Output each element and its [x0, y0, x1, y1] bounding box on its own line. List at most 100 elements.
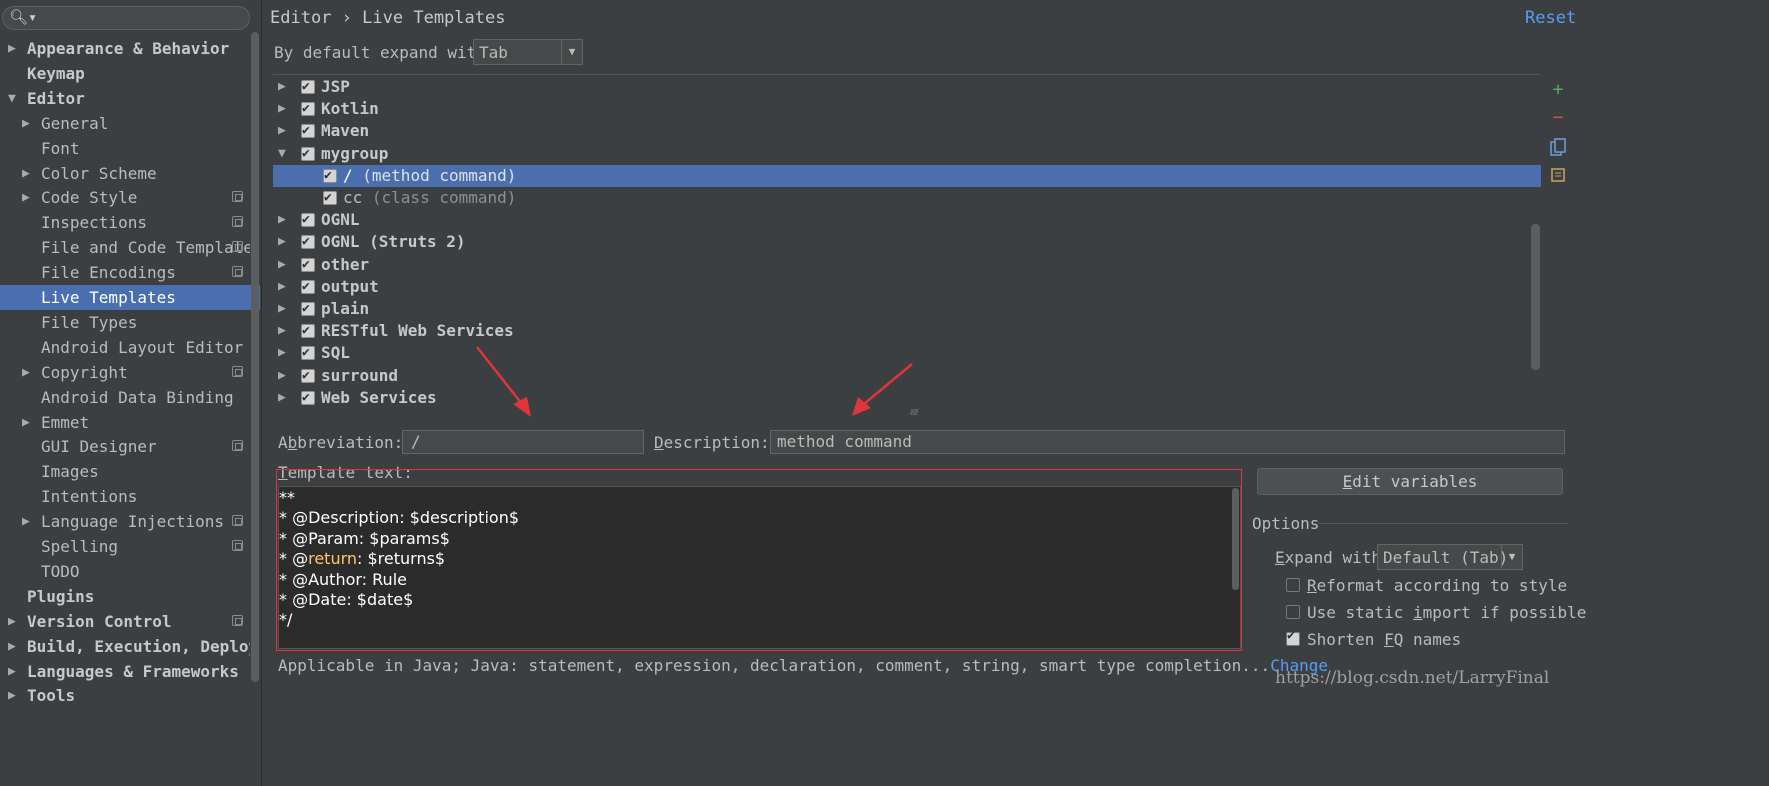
- sidebar-item[interactable]: File Encodings: [0, 260, 250, 285]
- expand-right-icon[interactable]: ▶: [278, 298, 286, 320]
- template-group-row[interactable]: ▶ plain: [273, 298, 1541, 320]
- expand-right-icon[interactable]: ▶: [278, 365, 286, 387]
- expand-right-icon[interactable]: ▶: [278, 276, 286, 298]
- edit-variables-button[interactable]: Edit variables: [1257, 468, 1563, 495]
- sidebar-item[interactable]: ▶ Version Control: [0, 609, 250, 634]
- sidebar-item[interactable]: ▶ Build, Execution, Deployment: [0, 634, 250, 659]
- edit-icon[interactable]: [1550, 168, 1566, 184]
- template-item-row[interactable]: cc (class command): [273, 187, 1541, 209]
- breadcrumb-parent[interactable]: Editor: [270, 8, 331, 28]
- expand-with-select[interactable]: Default (Tab) ▼: [1377, 544, 1523, 570]
- expand-down-icon[interactable]: ▼: [8, 86, 16, 111]
- expand-right-icon[interactable]: ▶: [278, 254, 286, 276]
- template-enabled-checkbox[interactable]: [301, 342, 315, 364]
- sidebar-item[interactable]: Images: [0, 459, 250, 484]
- template-group-row[interactable]: ▶ OGNL (Struts 2): [273, 231, 1541, 253]
- sidebar-item[interactable]: ▶ Emmet: [0, 410, 250, 435]
- sidebar-item[interactable]: File and Code Templates: [0, 235, 250, 260]
- template-group-row[interactable]: ▶ surround: [273, 365, 1541, 387]
- template-enabled-checkbox[interactable]: [301, 254, 315, 276]
- expand-down-icon[interactable]: ▼: [278, 143, 286, 165]
- template-enabled-checkbox[interactable]: [301, 120, 315, 142]
- expand-right-icon[interactable]: ▶: [278, 209, 286, 231]
- expand-right-icon[interactable]: ▶: [22, 410, 30, 435]
- expand-right-icon[interactable]: ▶: [278, 231, 286, 253]
- sidebar-item[interactable]: ▼ Editor: [0, 86, 250, 111]
- expand-right-icon[interactable]: ▶: [8, 36, 16, 61]
- sidebar-item[interactable]: Plugins: [0, 584, 250, 609]
- template-group-row[interactable]: ▶ RESTful Web Services: [273, 320, 1541, 342]
- sidebar-item[interactable]: Live Templates: [0, 285, 260, 310]
- templates-scrollbar[interactable]: [1531, 224, 1540, 370]
- sidebar-item[interactable]: Font: [0, 136, 250, 161]
- settings-search-input[interactable]: 🔍︎▾: [2, 6, 250, 30]
- splitter-handle[interactable]: ⫽⫽⫽: [910, 408, 932, 417]
- template-enabled-checkbox[interactable]: [323, 165, 337, 187]
- template-enabled-checkbox[interactable]: [301, 209, 315, 231]
- template-group-row[interactable]: ▶ SQL: [273, 342, 1541, 364]
- sidebar-item[interactable]: File Types: [0, 310, 250, 335]
- template-group-row[interactable]: ▶ output: [273, 276, 1541, 298]
- sidebar-item[interactable]: ▶ General: [0, 111, 250, 136]
- checkbox-icon[interactable]: [1286, 605, 1300, 619]
- default-expand-select[interactable]: Tab ▼: [473, 39, 583, 65]
- expand-right-icon[interactable]: ▶: [278, 342, 286, 364]
- sidebar-item[interactable]: Spelling: [0, 534, 250, 559]
- checkbox-icon[interactable]: [1286, 628, 1300, 646]
- expand-right-icon[interactable]: ▶: [22, 161, 30, 186]
- expand-right-icon[interactable]: ▶: [8, 683, 16, 708]
- expand-right-icon[interactable]: ▶: [8, 609, 16, 634]
- sidebar-item[interactable]: TODO: [0, 559, 250, 584]
- sidebar-item[interactable]: ▶ Copyright: [0, 360, 250, 385]
- expand-right-icon[interactable]: ▶: [278, 320, 286, 342]
- template-enabled-checkbox[interactable]: [301, 320, 315, 342]
- template-group-row[interactable]: ▶ JSP: [273, 76, 1541, 98]
- checkbox-icon[interactable]: [1286, 578, 1300, 592]
- template-enabled-checkbox[interactable]: [323, 187, 337, 209]
- template-enabled-checkbox[interactable]: [301, 231, 315, 253]
- template-group-row[interactable]: ▶ Maven: [273, 120, 1541, 142]
- reset-link[interactable]: Reset: [1525, 8, 1576, 28]
- sidebar-item[interactable]: Keymap: [0, 61, 250, 86]
- template-enabled-checkbox[interactable]: [301, 387, 315, 409]
- sidebar-item[interactable]: ▶ Code Style: [0, 185, 250, 210]
- sidebar-scrollbar[interactable]: [251, 32, 259, 682]
- copy-icon[interactable]: [1550, 138, 1566, 156]
- chevron-down-icon[interactable]: ▼: [1501, 545, 1522, 569]
- template-group-row[interactable]: ▶ Web Services: [273, 387, 1541, 409]
- sidebar-item[interactable]: Android Layout Editor: [0, 335, 250, 360]
- template-enabled-checkbox[interactable]: [301, 143, 315, 165]
- template-enabled-checkbox[interactable]: [301, 276, 315, 298]
- expand-right-icon[interactable]: ▶: [278, 120, 286, 142]
- sidebar-item[interactable]: ▶ Color Scheme: [0, 161, 250, 186]
- sidebar-item[interactable]: ▶ Languages & Frameworks: [0, 659, 250, 684]
- sidebar-item[interactable]: ▶ Language Injections: [0, 509, 250, 534]
- template-enabled-checkbox[interactable]: [301, 76, 315, 98]
- template-enabled-checkbox[interactable]: [301, 98, 315, 120]
- remove-icon[interactable]: −: [1550, 109, 1566, 127]
- sidebar-item[interactable]: GUI Designer: [0, 434, 250, 459]
- template-enabled-checkbox[interactable]: [301, 365, 315, 387]
- sidebar-item[interactable]: ▶ Tools: [0, 683, 250, 708]
- sidebar-item[interactable]: Inspections: [0, 210, 250, 235]
- template-group-row[interactable]: ▼ mygroup: [273, 143, 1541, 165]
- template-group-row[interactable]: ▶ OGNL: [273, 209, 1541, 231]
- template-group-row[interactable]: ▶ other: [273, 254, 1541, 276]
- abbreviation-input[interactable]: /: [402, 430, 644, 454]
- template-enabled-checkbox[interactable]: [301, 298, 315, 320]
- sidebar-item[interactable]: Android Data Binding: [0, 385, 250, 410]
- add-icon[interactable]: +: [1550, 81, 1566, 99]
- expand-right-icon[interactable]: ▶: [22, 360, 30, 385]
- expand-right-icon[interactable]: ▶: [8, 634, 16, 659]
- expand-right-icon[interactable]: ▶: [22, 111, 30, 136]
- template-group-row[interactable]: ▶ Kotlin: [273, 98, 1541, 120]
- expand-right-icon[interactable]: ▶: [22, 509, 30, 534]
- expand-right-icon[interactable]: ▶: [22, 185, 30, 210]
- expand-right-icon[interactable]: ▶: [278, 76, 286, 98]
- sidebar-item[interactable]: ▶ Appearance & Behavior: [0, 36, 250, 61]
- chevron-down-icon[interactable]: ▼: [561, 40, 582, 64]
- expand-right-icon[interactable]: ▶: [8, 659, 16, 684]
- expand-right-icon[interactable]: ▶: [278, 387, 286, 409]
- search-icon[interactable]: 🔍︎▾: [9, 8, 37, 26]
- expand-right-icon[interactable]: ▶: [278, 98, 286, 120]
